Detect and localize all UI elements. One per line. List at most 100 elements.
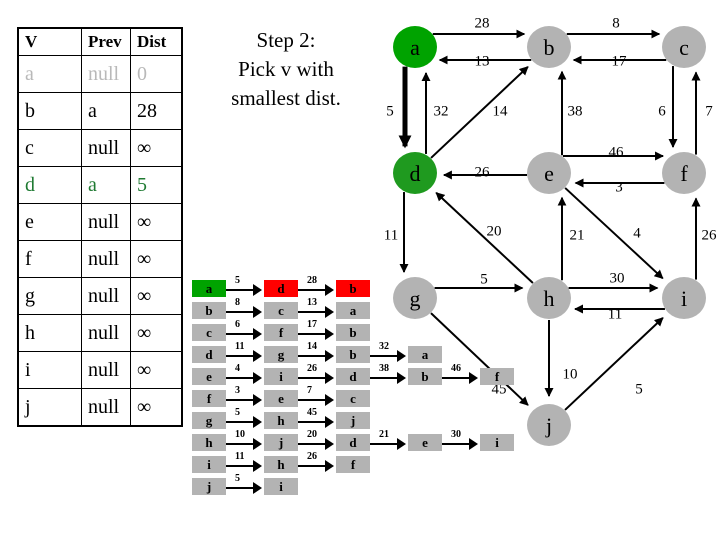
adjacency-arrow-head [253, 460, 262, 472]
adjacency-target-node[interactable]: b [336, 346, 370, 363]
adjacency-edge-weight: 26 [307, 451, 317, 462]
graph-node-label-j: j [545, 413, 553, 438]
adjacency-arrow-line [298, 377, 325, 379]
adjacency-target-node[interactable]: h [264, 456, 298, 473]
adjacency-arrow: 17 [298, 319, 336, 341]
adjacency-arrow-head [325, 460, 334, 472]
adjacency-edge-weight: 5 [235, 473, 240, 484]
adjacency-arrow-line [370, 355, 397, 357]
adjacency-arrow-head [469, 372, 478, 384]
adjacency-arrow-line [226, 355, 253, 357]
adjacency-source-node[interactable]: c [192, 324, 226, 341]
adjacency-edge-weight: 26 [307, 363, 317, 374]
adjacency-target-node[interactable]: b [336, 280, 370, 297]
adjacency-arrow-line [298, 355, 325, 357]
adjacency-edge-weight: 13 [307, 297, 317, 308]
adjacency-edge-weight: 4 [235, 363, 240, 374]
adjacency-target-node[interactable]: b [408, 368, 442, 385]
adjacency-arrow-line [298, 399, 325, 401]
adjacency-target-node[interactable]: f [480, 368, 514, 385]
adjacency-arrow-line [298, 333, 325, 335]
adjacency-edge-weight: 5 [235, 275, 240, 286]
adjacency-target-node[interactable]: c [264, 302, 298, 319]
adjacency-source-node[interactable]: d [192, 346, 226, 363]
adjacency-arrow-head [253, 306, 262, 318]
adjacency-source-node[interactable]: g [192, 412, 226, 429]
adjacency-target-node[interactable]: j [264, 434, 298, 451]
adjacency-arrow-head [325, 394, 334, 406]
adjacency-source-node[interactable]: e [192, 368, 226, 385]
adjacency-target-node[interactable]: d [264, 280, 298, 297]
adjacency-target-node[interactable]: f [336, 456, 370, 473]
adjacency-arrow-head [325, 306, 334, 318]
graph-node-label-f: f [680, 161, 688, 186]
adjacency-source-node[interactable]: h [192, 434, 226, 451]
adjacency-arrow-line [226, 421, 253, 423]
adjacency-target-node[interactable]: h [264, 412, 298, 429]
adjacency-arrow-line [226, 377, 253, 379]
adjacency-arrow-head [253, 482, 262, 494]
adjacency-arrow: 8 [226, 297, 264, 319]
adjacency-arrow-line [298, 311, 325, 313]
adjacency-edge-weight: 20 [307, 429, 317, 440]
adjacency-target-node[interactable]: d [336, 434, 370, 451]
adjacency-arrow: 38 [370, 363, 408, 385]
adjacency-arrow: 28 [298, 275, 336, 297]
adjacency-arrow: 11 [226, 341, 264, 363]
adjacency-arrow: 26 [298, 451, 336, 473]
adjacency-arrow-line [442, 443, 469, 445]
adjacency-arrow-line [298, 465, 325, 467]
adjacency-arrow: 32 [370, 341, 408, 363]
adjacency-arrow: 46 [442, 363, 480, 385]
adjacency-source-node[interactable]: b [192, 302, 226, 319]
adjacency-arrow-head [397, 372, 406, 384]
adjacency-edge-weight: 30 [451, 429, 461, 440]
adjacency-arrow-head [253, 438, 262, 450]
adjacency-edge-weight: 7 [307, 385, 312, 396]
adjacency-target-node[interactable]: f [264, 324, 298, 341]
adjacency-target-node[interactable]: i [480, 434, 514, 451]
adjacency-target-node[interactable]: c [336, 390, 370, 407]
adjacency-edge-weight: 21 [379, 429, 389, 440]
adjacency-source-node[interactable]: i [192, 456, 226, 473]
adjacency-source-node[interactable]: f [192, 390, 226, 407]
adjacency-source-node[interactable]: a [192, 280, 226, 297]
adjacency-arrow: 7 [298, 385, 336, 407]
adjacency-edge-weight: 45 [307, 407, 317, 418]
adjacency-edge-weight: 11 [235, 341, 245, 352]
adjacency-arrow-line [226, 399, 253, 401]
adjacency-target-node[interactable]: g [264, 346, 298, 363]
adjacency-target-node[interactable]: j [336, 412, 370, 429]
adjacency-edge-weight: 5 [235, 407, 240, 418]
adjacency-arrow: 11 [226, 451, 264, 473]
adjacency-arrow-head [253, 372, 262, 384]
adjacency-arrow: 3 [226, 385, 264, 407]
adjacency-arrow-line [226, 311, 253, 313]
graph-node-label-c: c [679, 35, 689, 60]
adjacency-arrow-head [325, 438, 334, 450]
adjacency-edge-weight: 14 [307, 341, 317, 352]
adjacency-arrow-line [298, 289, 325, 291]
adjacency-target-node[interactable]: i [264, 368, 298, 385]
adjacency-source-node[interactable]: j [192, 478, 226, 495]
adjacency-arrow: 14 [298, 341, 336, 363]
adjacency-edge-weight: 8 [235, 297, 240, 308]
adjacency-target-node[interactable]: b [336, 324, 370, 341]
adjacency-target-node[interactable]: e [264, 390, 298, 407]
adjacency-target-node[interactable]: i [264, 478, 298, 495]
adjacency-target-node[interactable]: e [408, 434, 442, 451]
adjacency-arrow: 5 [226, 407, 264, 429]
graph-node-label-e: e [544, 161, 554, 186]
adjacency-arrow-head [397, 438, 406, 450]
adjacency-target-node[interactable]: a [336, 302, 370, 319]
adjacency-edge-weight: 17 [307, 319, 317, 330]
adjacency-arrow: 10 [226, 429, 264, 451]
adjacency-arrow-line [298, 443, 325, 445]
adjacency-target-node[interactable]: a [408, 346, 442, 363]
adjacency-arrow-head [253, 328, 262, 340]
adjacency-arrow: 5 [226, 473, 264, 495]
adjacency-arrow-head [253, 394, 262, 406]
adjacency-edge-weight: 32 [379, 341, 389, 352]
adjacency-target-node[interactable]: d [336, 368, 370, 385]
adjacency-arrow: 26 [298, 363, 336, 385]
